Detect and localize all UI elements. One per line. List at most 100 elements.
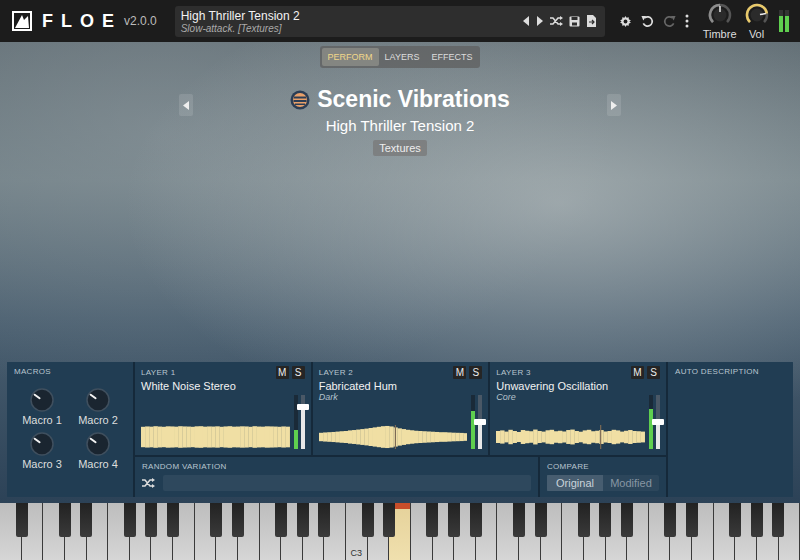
solo-button[interactable]: S [647, 366, 660, 379]
export-icon[interactable] [586, 15, 597, 27]
layer-panel: LAYER 3MSUnwavering OscillationCore [490, 362, 666, 455]
black-key[interactable] [751, 503, 763, 537]
black-key[interactable] [318, 503, 330, 537]
black-key[interactable] [729, 503, 741, 537]
macro-knob[interactable]: Macro 1 [14, 388, 70, 426]
mute-button[interactable]: M [276, 366, 289, 379]
macros-panel: MACROSMacro 1Macro 2Macro 3Macro 4 [7, 362, 133, 497]
arrow-left-icon [183, 101, 189, 110]
layer-volume-slider[interactable] [301, 395, 305, 449]
waveform [496, 425, 645, 449]
black-key[interactable] [686, 503, 698, 537]
black-key[interactable] [210, 503, 222, 537]
waveform [319, 425, 468, 449]
compare-option[interactable]: Modified [603, 475, 659, 491]
next-icon[interactable] [536, 16, 544, 26]
preset-box[interactable]: High Thriller Tension 2Slow-attack. [Tex… [175, 6, 605, 37]
black-key[interactable] [232, 503, 244, 537]
preset-description: Slow-attack. [Textures] [181, 23, 522, 34]
previous-icon[interactable] [522, 16, 530, 26]
black-key[interactable] [80, 503, 92, 537]
black-key[interactable] [578, 503, 590, 537]
knob-icon [708, 3, 732, 27]
layer-tag: Dark [319, 392, 468, 402]
macro-knob[interactable]: Macro 3 [14, 432, 70, 470]
layer-name[interactable]: Unwavering Oscillation [496, 380, 645, 392]
random-variation-panel: RANDOM VARIATION [135, 457, 538, 497]
undo-icon[interactable] [641, 15, 654, 28]
black-key[interactable] [599, 503, 611, 537]
gear-icon[interactable] [619, 15, 632, 28]
logo: FLOE [12, 11, 122, 32]
knob-icon [745, 3, 769, 27]
tab[interactable]: EFFECTS [425, 48, 478, 66]
layer-volume-slider[interactable] [656, 395, 660, 449]
black-key[interactable] [448, 503, 460, 537]
black-key[interactable] [362, 503, 374, 537]
knob-icon [30, 388, 54, 412]
layer-panel: LAYER 1MSWhite Noise Stereo [135, 362, 311, 455]
knob-icon [86, 432, 110, 456]
preset-title: High Thriller Tension 2 [326, 117, 475, 134]
tag[interactable]: Textures [373, 140, 427, 156]
compare-option[interactable]: Original [547, 475, 603, 491]
black-key[interactable] [167, 503, 179, 537]
redo-icon[interactable] [663, 15, 676, 28]
library-name: Scenic Vibrations [317, 86, 510, 113]
layers-row: LAYER 1MSWhite Noise StereoLAYER 2MSFabr… [135, 362, 666, 455]
black-key[interactable] [513, 503, 525, 537]
layer-name[interactable]: Fabricated Hum [319, 380, 468, 392]
mute-button[interactable]: M [453, 366, 466, 379]
mute-button[interactable]: M [631, 366, 644, 379]
solo-button[interactable]: S [469, 366, 482, 379]
layer-panel: LAYER 2MSFabricated HumDark [313, 362, 489, 455]
black-key[interactable] [16, 503, 28, 537]
black-key[interactable] [59, 503, 71, 537]
master-meter [779, 10, 789, 32]
arrow-right-icon [611, 101, 617, 110]
top-knob[interactable]: Timbre [703, 3, 737, 40]
black-key[interactable] [383, 503, 395, 537]
shuffle-icon[interactable] [142, 477, 155, 489]
black-key[interactable] [275, 503, 287, 537]
black-key[interactable] [297, 503, 309, 537]
tab-bar: PERFORMLAYERSEFFECTS [320, 46, 481, 68]
save-icon[interactable] [569, 16, 580, 27]
shuffle-icon[interactable] [550, 15, 563, 27]
black-key[interactable] [145, 503, 157, 537]
top-knob[interactable]: Vol [745, 3, 769, 40]
knob-icon [86, 388, 110, 412]
compare-panel: COMPAREOriginalModified [540, 457, 666, 497]
layer-volume-slider[interactable] [478, 395, 482, 449]
random-variation-slider[interactable] [163, 475, 531, 491]
library-header: Scenic Vibrations High Thriller Tension 2… [179, 86, 621, 156]
tab[interactable]: PERFORM [322, 48, 379, 66]
perform-panel: MACROSMacro 1Macro 2Macro 3Macro 4LAYER … [7, 362, 793, 497]
previous-preset-button[interactable] [179, 94, 193, 116]
waveform [141, 425, 290, 449]
black-key[interactable] [124, 503, 136, 537]
auto-description-panel: AUTO DESCRIPTION [668, 362, 793, 497]
piano-keyboard: C3 [0, 503, 800, 560]
preset-name: High Thriller Tension 2 [181, 9, 522, 23]
tab[interactable]: LAYERS [379, 48, 426, 66]
black-key[interactable] [426, 503, 438, 537]
solo-button[interactable]: S [292, 366, 305, 379]
knob-icon [30, 432, 54, 456]
layer-name[interactable]: White Noise Stereo [141, 380, 290, 392]
black-key[interactable] [621, 503, 633, 537]
macro-knob[interactable]: Macro 4 [70, 432, 126, 470]
more-icon[interactable] [685, 14, 689, 28]
next-preset-button[interactable] [607, 94, 621, 116]
macro-knob[interactable]: Macro 2 [70, 388, 126, 426]
logo-icon [12, 11, 32, 31]
black-key[interactable] [535, 503, 547, 537]
layer-tag: Core [496, 392, 645, 402]
library-icon [290, 90, 310, 110]
floe-window: FLOEv2.0.0High Thriller Tension 2Slow-at… [0, 0, 800, 560]
black-key[interactable] [772, 503, 784, 537]
black-key[interactable] [470, 503, 482, 537]
black-key[interactable] [664, 503, 676, 537]
version: v2.0.0 [124, 14, 157, 28]
main-area: PERFORMLAYERSEFFECTS Scenic Vibrations Hig… [0, 42, 800, 503]
